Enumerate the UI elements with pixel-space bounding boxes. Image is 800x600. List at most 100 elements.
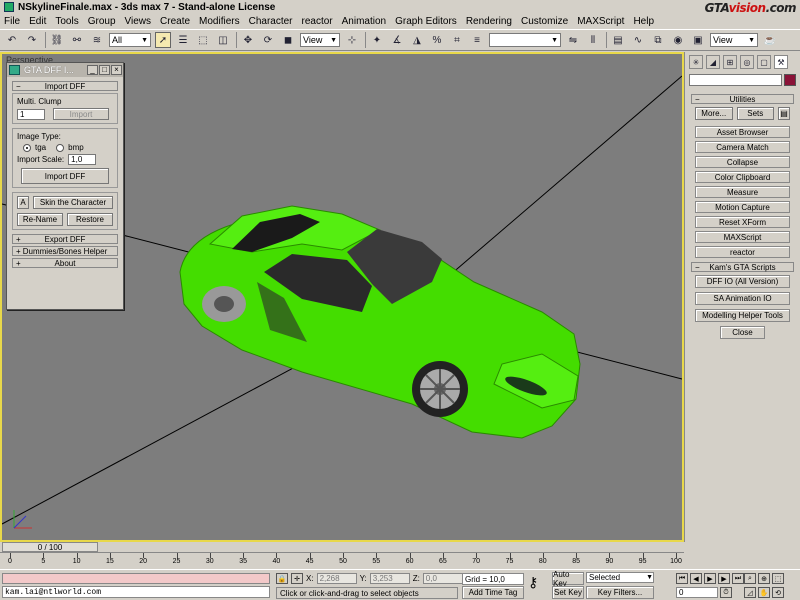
select-by-name-icon[interactable]: ☰ [175, 32, 191, 48]
auto-key-button[interactable]: Auto Key [552, 570, 584, 588]
spinner-snap-icon[interactable]: ⌗ [449, 32, 465, 48]
utility-collapse[interactable]: Collapse [695, 156, 790, 168]
schematic-view-icon[interactable]: ⧉ [650, 32, 666, 48]
object-color-swatch[interactable] [784, 74, 796, 86]
angle-snap-icon[interactable]: ◮ [409, 32, 425, 48]
utility-reactor[interactable]: reactor [695, 246, 790, 258]
track-bar[interactable]: 0 5 10 15 20 25 30 35 40 45 50 55 60 65 70 75 80 85 90 95 10… [0, 552, 684, 568]
pivot-center-icon[interactable]: ⊹ [344, 32, 360, 48]
menu-file[interactable]: File [4, 16, 20, 27]
more-button[interactable]: More... [695, 107, 733, 120]
zoom-all-icon[interactable]: ⊕ [758, 573, 770, 584]
motion-tab-icon[interactable]: ◎ [740, 55, 754, 69]
quick-render-icon[interactable]: ☕ [762, 32, 778, 48]
render-view-dropdown[interactable]: View ▼ [710, 33, 758, 47]
display-tab-icon[interactable]: ▢ [757, 55, 771, 69]
absolute-transform-icon[interactable]: ✛ [291, 573, 303, 584]
layer-manager-icon[interactable]: ▤ [610, 32, 626, 48]
menu-views[interactable]: Views [125, 16, 152, 27]
material-editor-icon[interactable]: ◉ [670, 32, 686, 48]
curve-editor-icon[interactable]: ∿ [630, 32, 646, 48]
current-frame-field[interactable]: 0 [676, 587, 718, 598]
clump-spinner[interactable]: 1 [17, 108, 45, 120]
hierarchy-tab-icon[interactable]: ⊞ [723, 55, 737, 69]
zoom-icon[interactable]: ⌕ [744, 573, 756, 584]
import-dff-button[interactable]: Import DFF [21, 168, 109, 184]
menu-animation[interactable]: Animation [342, 16, 386, 27]
close-icon[interactable]: × [111, 65, 122, 75]
rectangular-selection-icon[interactable]: ⬚ [195, 32, 211, 48]
arc-rotate-icon[interactable]: ⟲ [772, 587, 784, 598]
time-slider[interactable]: 0 / 100 [2, 542, 98, 552]
import-scale-spinner[interactable]: 1,0 [68, 154, 97, 165]
modify-tab-icon[interactable]: ◢ [706, 55, 720, 69]
key-filters-button[interactable]: Key Filters... [586, 586, 654, 599]
maxscript-mini-listener[interactable]: kam.lai@ntlworld.com [2, 586, 270, 598]
zoom-extents-icon[interactable]: ⬚ [772, 573, 784, 584]
select-object-icon[interactable]: ➚ [155, 32, 171, 48]
selection-lock-icon[interactable]: 🔒 [276, 573, 288, 584]
utility-maxscript[interactable]: MAXScript [695, 231, 790, 243]
redo-icon[interactable]: ↷ [24, 32, 40, 48]
scale-icon[interactable]: ◼ [280, 32, 296, 48]
selection-filter-dropdown[interactable]: All ▼ [109, 33, 151, 47]
goto-end-icon[interactable]: ⏭ [732, 573, 744, 584]
kams-dff-io-button[interactable]: DFF IO (All Version) [695, 275, 790, 288]
percent-snap-icon[interactable]: % [429, 32, 445, 48]
play-icon[interactable]: ▶ [704, 573, 716, 584]
kams-modelling-helper-button[interactable]: Modelling Helper Tools [695, 309, 790, 322]
move-icon[interactable]: ✥ [240, 32, 256, 48]
radio-tga[interactable] [23, 143, 31, 152]
create-tab-icon[interactable]: ✳ [689, 55, 703, 69]
utility-motion-capture[interactable]: Motion Capture [695, 201, 790, 213]
utility-asset-browser[interactable]: Asset Browser [695, 126, 790, 138]
menu-reactor[interactable]: reactor [302, 16, 333, 27]
set-key-button[interactable]: Set Key [552, 586, 584, 599]
add-time-tag-button[interactable]: Add Time Tag [462, 586, 524, 599]
menu-rendering[interactable]: Rendering [466, 16, 512, 27]
z-coordinate-field[interactable]: 0,0 [422, 573, 463, 584]
configure-sets-icon[interactable]: ▤ [778, 107, 790, 120]
menu-create[interactable]: Create [160, 16, 190, 27]
menu-tools[interactable]: Tools [55, 16, 78, 27]
import-clump-button[interactable]: Import [53, 108, 109, 120]
skin-character-button[interactable]: Skin the Character [33, 196, 113, 209]
window-crossing-icon[interactable]: ◫ [215, 32, 231, 48]
bind-space-warp-icon[interactable]: ≋ [89, 32, 105, 48]
rollout-utilities[interactable]: − Utilities [691, 94, 794, 104]
utility-color-clipboard[interactable]: Color Clipboard [695, 171, 790, 183]
pan-icon[interactable]: ✋ [758, 587, 770, 598]
rollout-kams-gta-scripts[interactable]: − Kam's GTA Scripts [691, 262, 794, 272]
sets-button[interactable]: Sets [736, 107, 774, 120]
kams-sa-animation-io-button[interactable]: SA Animation IO [695, 292, 790, 305]
utility-measure[interactable]: Measure [695, 186, 790, 198]
reference-coordinate-dropdown[interactable]: View ▼ [300, 33, 340, 47]
rollout-about[interactable]: + About [12, 258, 118, 268]
align-icon[interactable]: ⫴ [585, 32, 601, 48]
rollout-import-dff[interactable]: − Import DFF [12, 81, 118, 91]
time-configuration-icon[interactable]: ⏱ [720, 587, 732, 598]
snaps-toggle-icon[interactable]: ∡ [389, 32, 405, 48]
rollout-dummies-bones[interactable]: + Dummies/Bones Helper [12, 246, 118, 256]
maxscript-mini-input[interactable] [2, 573, 270, 584]
select-and-link-icon[interactable]: ⛓ [49, 32, 65, 48]
select-and-manipulate-icon[interactable]: ✦ [369, 32, 385, 48]
menu-character[interactable]: Character [249, 16, 293, 27]
x-coordinate-field[interactable]: 2,268 [316, 573, 357, 584]
named-selection-sets-icon[interactable]: ≡ [469, 32, 485, 48]
a-button[interactable]: A [17, 196, 29, 209]
y-coordinate-field[interactable]: 3,253 [369, 573, 410, 584]
undo-icon[interactable]: ↶ [4, 32, 20, 48]
menu-group[interactable]: Group [88, 16, 116, 27]
goto-start-icon[interactable]: ⏮ [676, 573, 688, 584]
mirror-icon[interactable]: ⇋ [565, 32, 581, 48]
menu-modifiers[interactable]: Modifiers [199, 16, 240, 27]
menu-help[interactable]: Help [633, 16, 654, 27]
menu-graph-editors[interactable]: Graph Editors [395, 16, 457, 27]
maximize-icon[interactable]: □ [99, 65, 110, 75]
rotate-icon[interactable]: ⟳ [260, 32, 276, 48]
key-mode-dropdown[interactable]: Selected ▼ [586, 572, 654, 583]
minimize-icon[interactable]: _ [87, 65, 98, 75]
render-scene-icon[interactable]: ▣ [690, 32, 706, 48]
previous-frame-icon[interactable]: ◀ [690, 573, 702, 584]
